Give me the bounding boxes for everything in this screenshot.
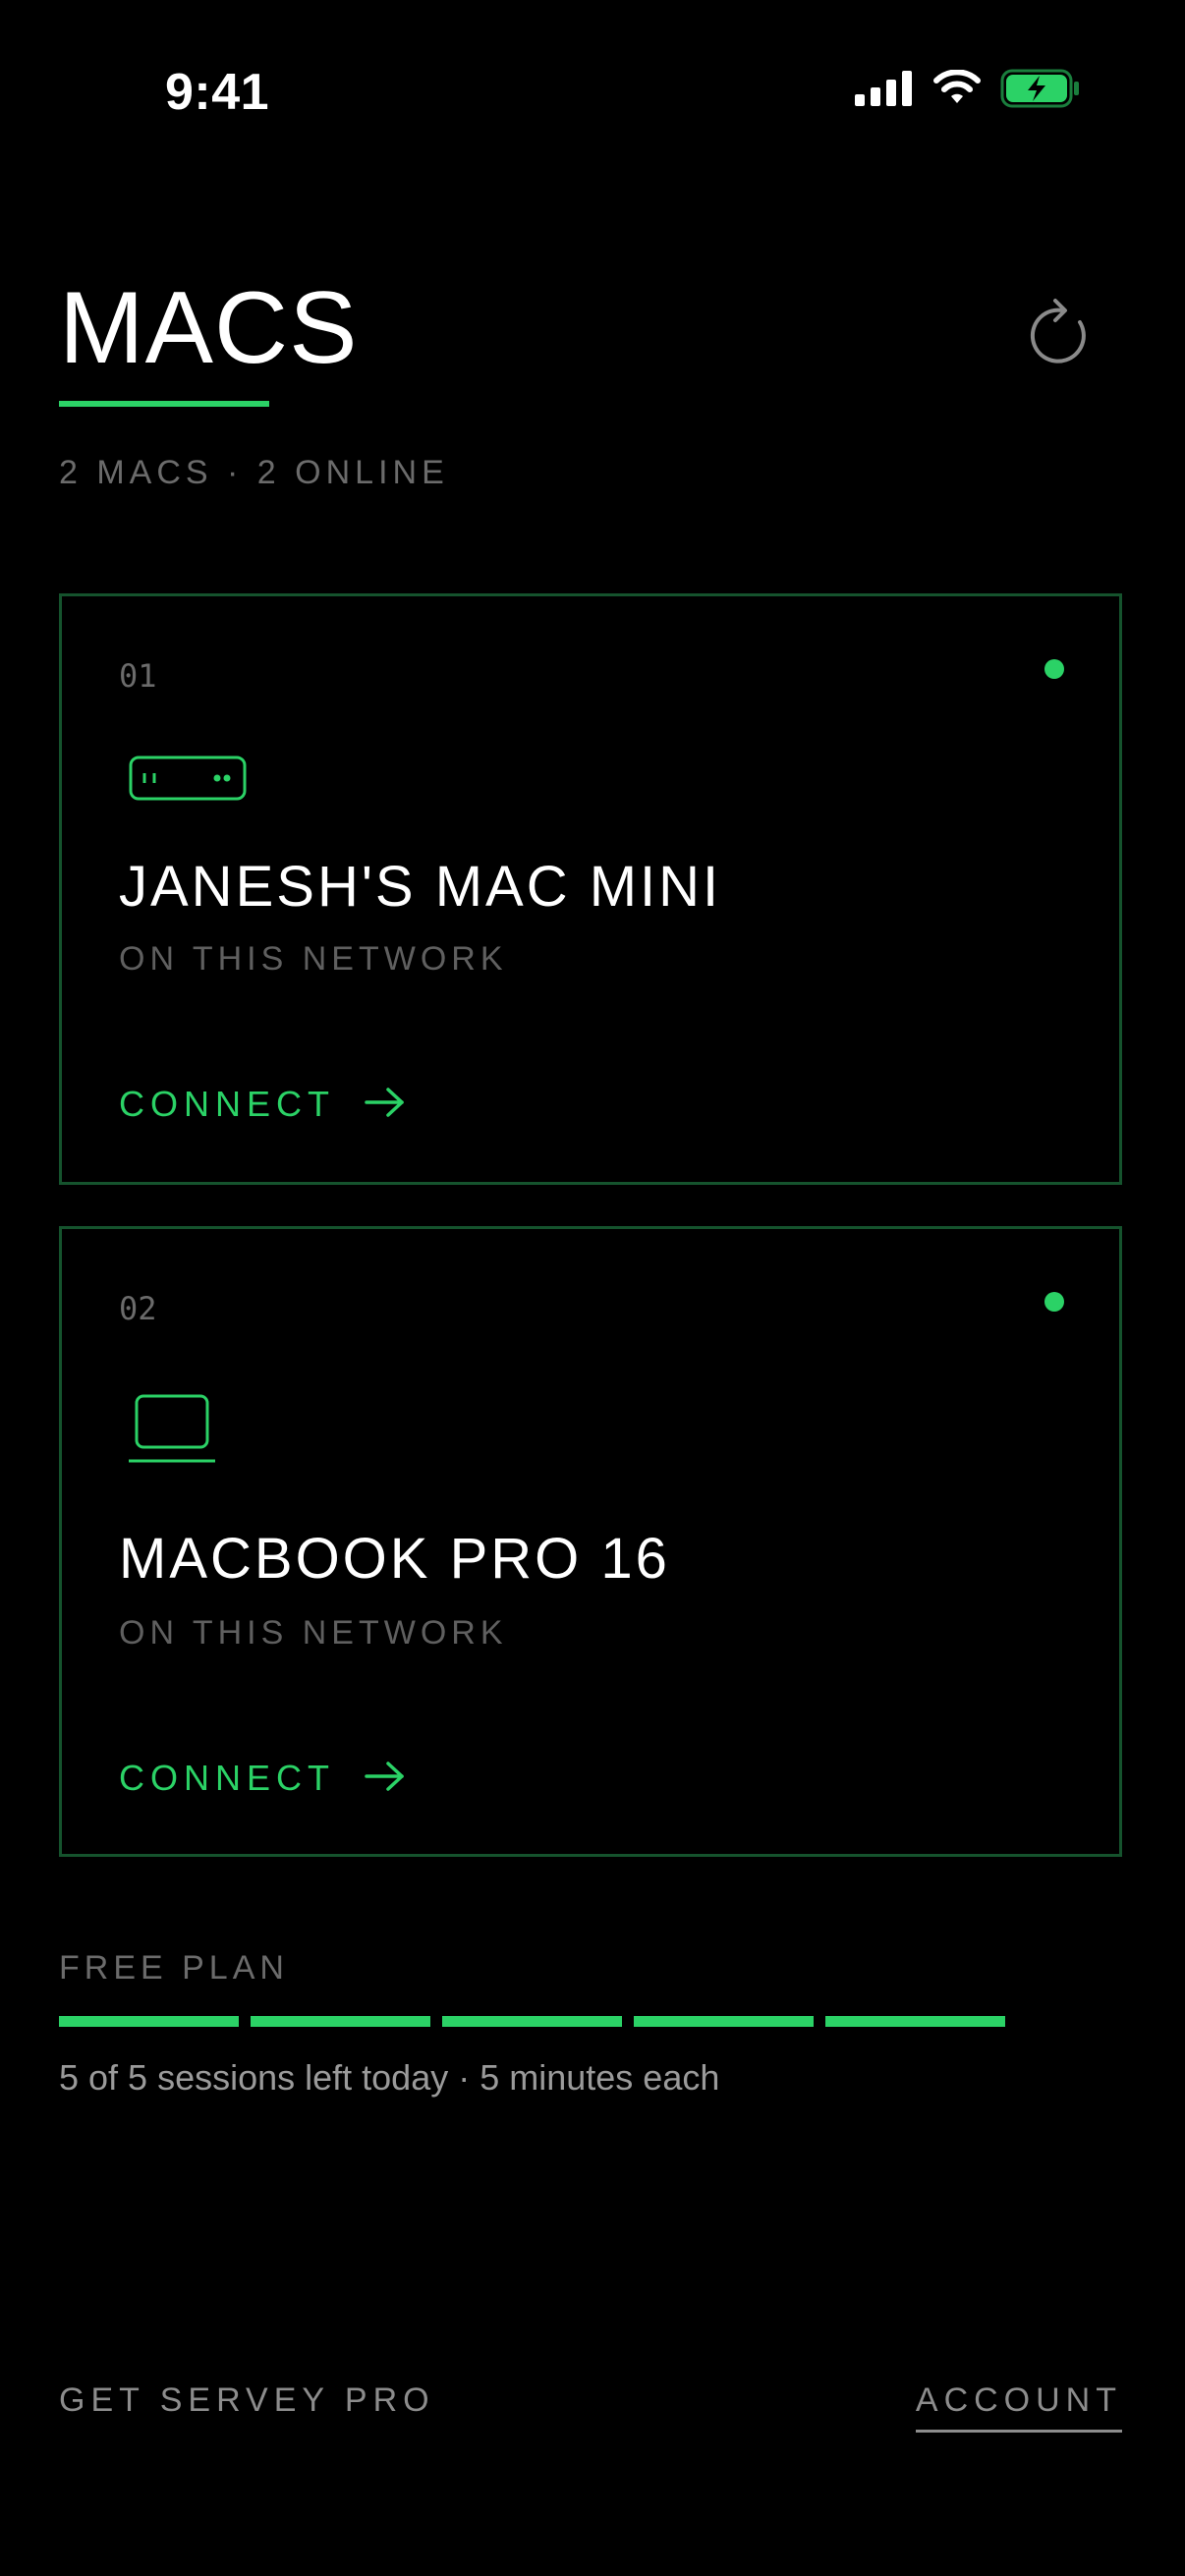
card-index: 02 [119, 1290, 157, 1327]
wifi-icon [931, 69, 983, 112]
session-segment [634, 2016, 814, 2027]
mac-card[interactable]: 01 JANESH'S MAC MINI ON THIS NETWORK CON… [59, 593, 1122, 1185]
status-icons [855, 69, 1081, 113]
mac-card[interactable]: 02 MACBOOK PRO 16 ON THIS NETWORK CONNEC… [59, 1226, 1122, 1857]
card-index: 01 [119, 657, 157, 695]
battery-charging-icon [1000, 69, 1081, 113]
status-time: 9:41 [165, 64, 270, 121]
account-link[interactable]: ACCOUNT [915, 2381, 1122, 2433]
device-name: JANESH'S MAC MINI [119, 855, 722, 919]
page-title: MACS [59, 271, 359, 385]
session-progress [59, 2016, 1005, 2027]
arrow-right-icon [365, 1086, 406, 1124]
title-underline [59, 401, 269, 407]
online-status-dot [1044, 1292, 1064, 1312]
refresh-icon [1027, 295, 1096, 374]
session-segment [825, 2016, 1005, 2027]
arrow-right-icon [365, 1760, 406, 1798]
plan-info: 5 of 5 sessions left today · 5 minutes e… [59, 2057, 720, 2098]
connect-button[interactable]: CONNECT [119, 1084, 406, 1125]
connect-label: CONNECT [119, 1758, 335, 1798]
device-network-status: ON THIS NETWORK [119, 1614, 508, 1652]
session-segment [442, 2016, 622, 2027]
page-subtitle: 2 MACS · 2 ONLINE [59, 454, 449, 491]
device-network-status: ON THIS NETWORK [119, 940, 508, 978]
cellular-signal-icon [855, 71, 914, 111]
refresh-button[interactable] [1022, 295, 1100, 373]
device-name: MACBOOK PRO 16 [119, 1527, 670, 1591]
online-status-dot [1044, 659, 1064, 679]
connect-label: CONNECT [119, 1084, 335, 1124]
plan-label: FREE PLAN [59, 1949, 289, 1987]
session-segment [59, 2016, 239, 2027]
mac-mini-icon [129, 756, 247, 806]
laptop-icon [129, 1392, 223, 1472]
session-segment [251, 2016, 430, 2027]
status-bar: 9:41 [0, 0, 1185, 187]
get-pro-link[interactable]: GET SERVEY PRO [59, 2381, 435, 2420]
connect-button[interactable]: CONNECT [119, 1758, 406, 1799]
